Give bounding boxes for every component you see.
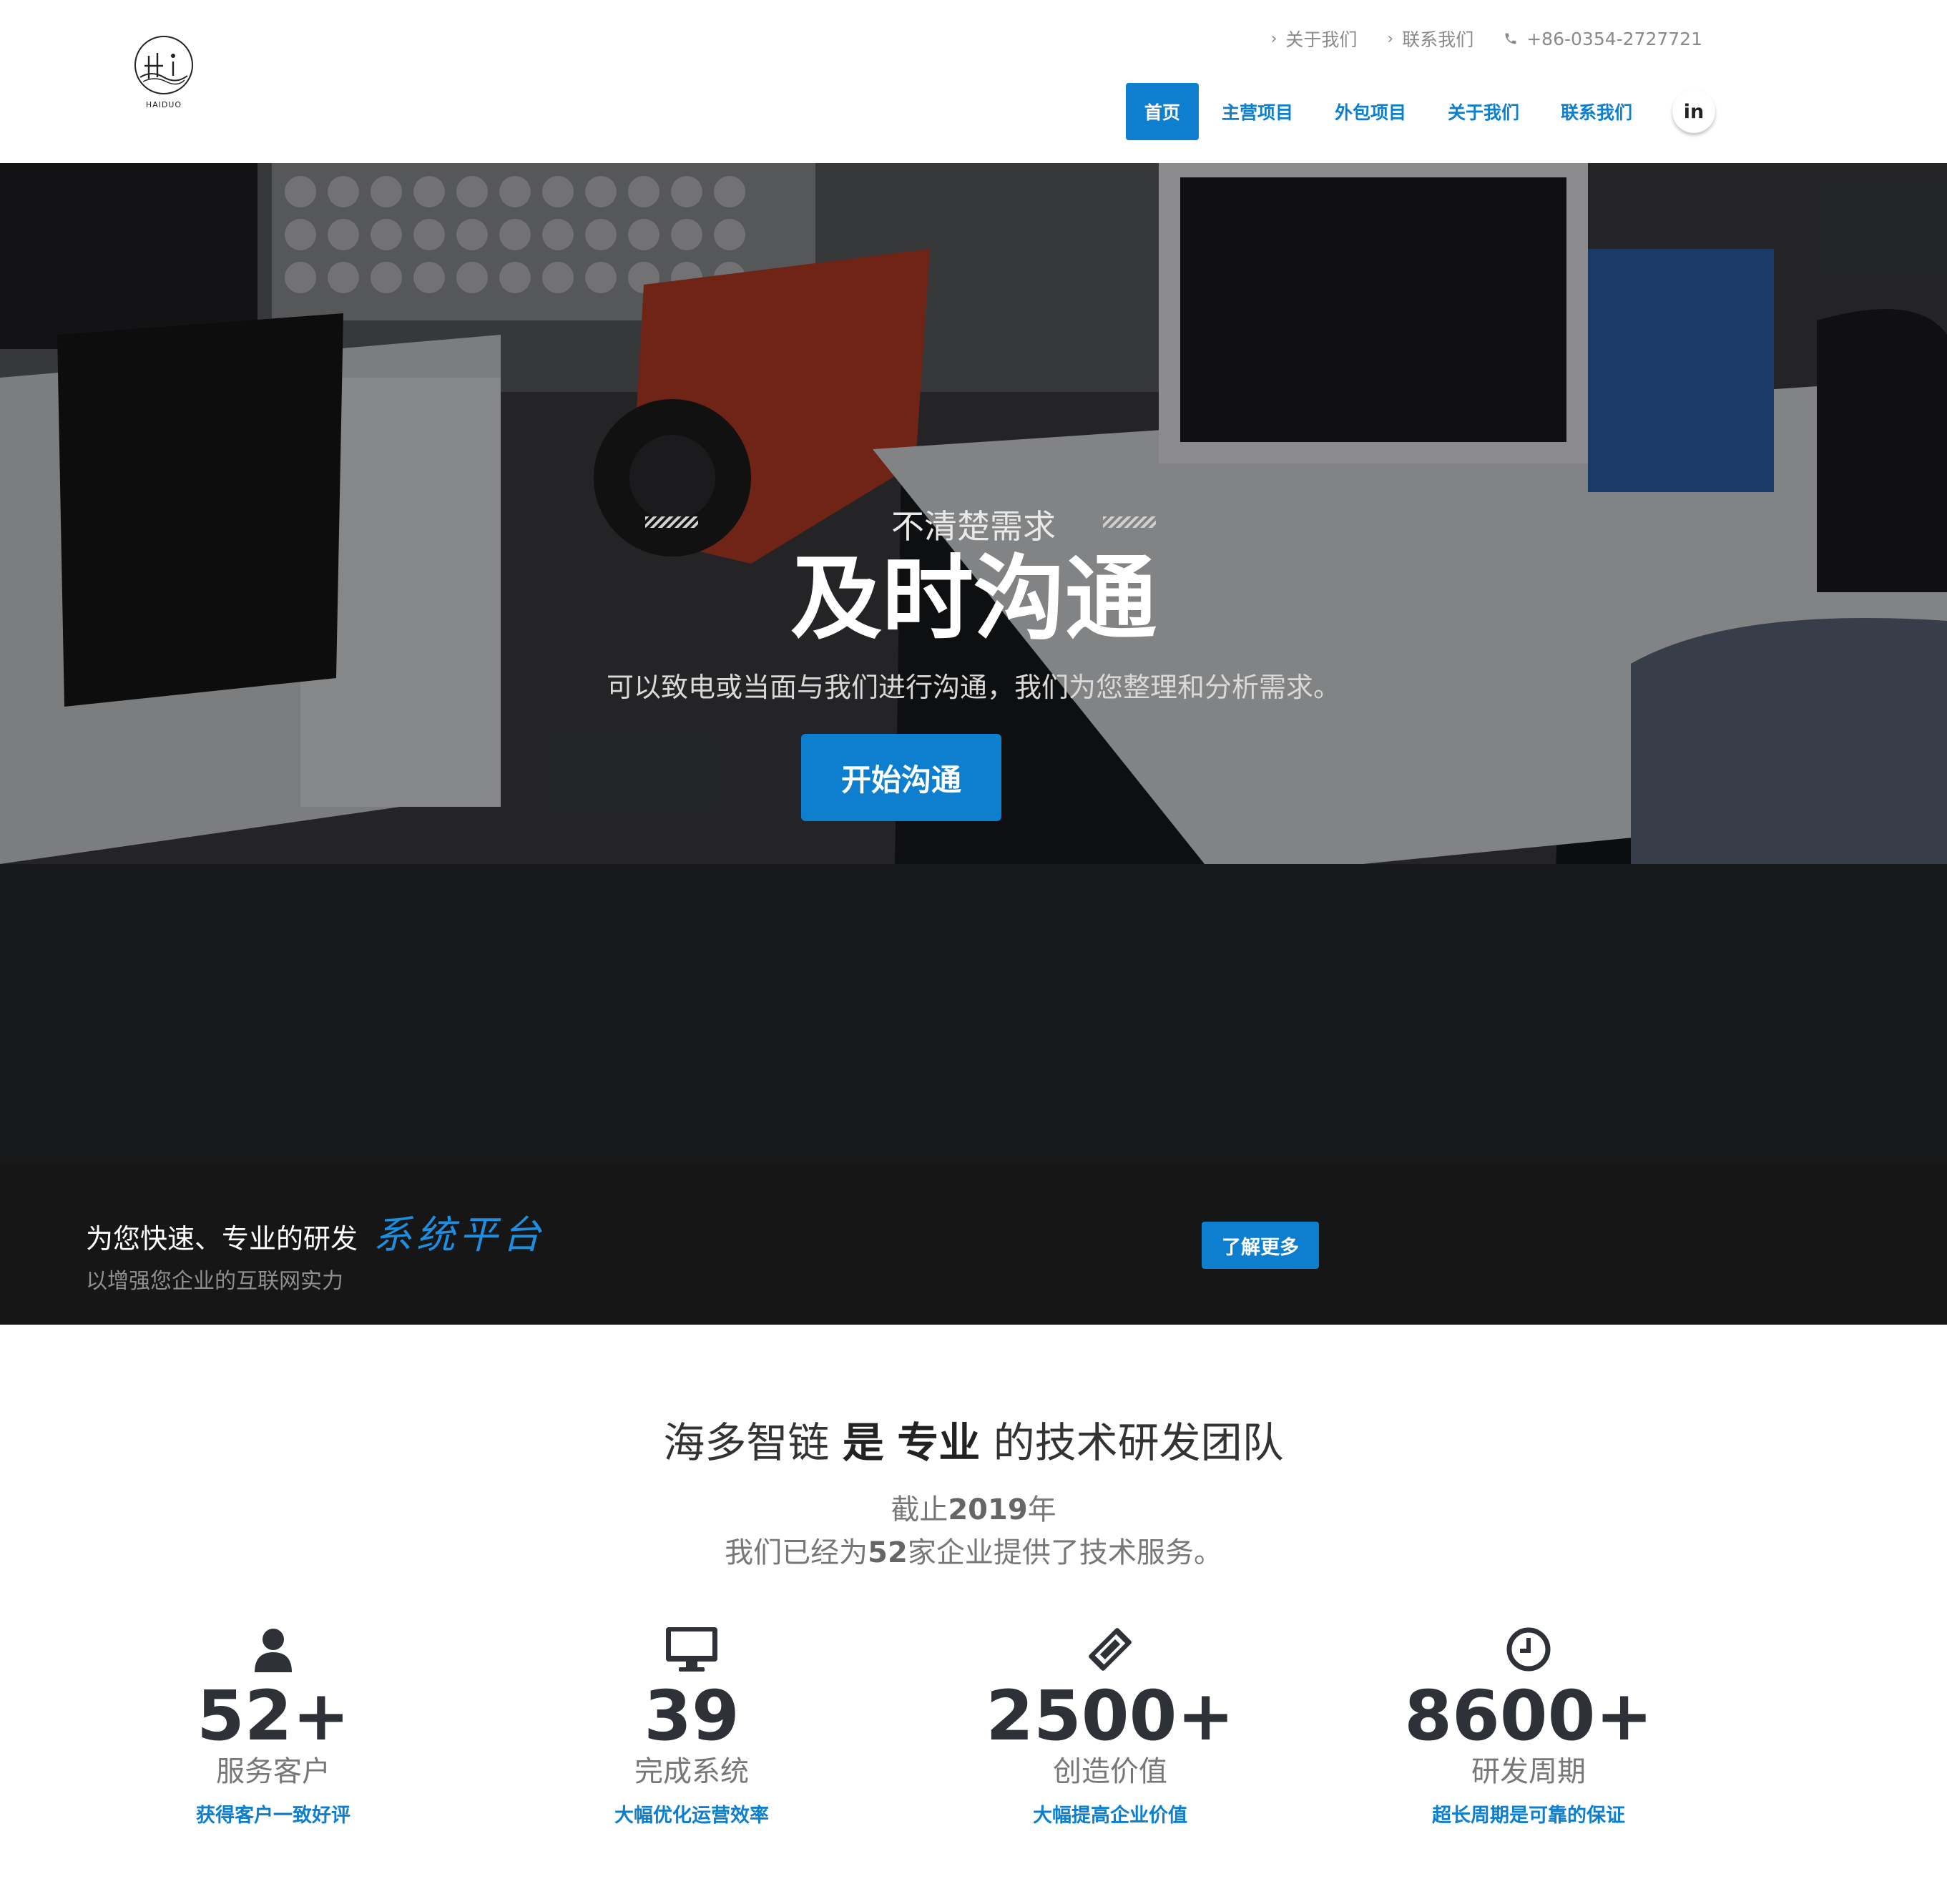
callout-accent-text: 系统平台 — [373, 1212, 546, 1257]
stat-caption: 大幅提高企业价值 — [1033, 1805, 1187, 1827]
callout-headline-text: 为您快速、专业的研发 — [86, 1223, 358, 1255]
phone-number: +86-0354-2727721 — [1526, 28, 1702, 49]
main-nav: 首页 主营项目 外包项目 关于我们 联系我们 in — [1122, 83, 1715, 140]
logo-wordmark: HAIDUO — [145, 100, 182, 109]
hero-banner: 不清楚需求 及时沟通 可以致电或当面与我们进行沟通，我们为您整理和分析需求。 开… — [0, 163, 1947, 1164]
stat-clients: 52+ 服务客户 获得客户一致好评 — [130, 1624, 416, 1827]
stat-caption: 大幅优化运营效率 — [614, 1805, 769, 1827]
about-line-clients: 我们已经为52家企业提供了技术服务。 — [725, 1536, 1222, 1569]
stat-caption: 获得客户一致好评 — [196, 1805, 350, 1827]
nav-item-main-projects[interactable]: 主营项目 — [1203, 83, 1312, 140]
stat-value: 8600+ — [1404, 1676, 1653, 1756]
topbar-link-label: 联系我们 — [1402, 29, 1474, 50]
stats-row: 52+ 服务客户 获得客户一致好评 39 完成系统 大幅优化运营效率 2500+… — [0, 1624, 1947, 1838]
stat-label: 服务客户 — [216, 1755, 330, 1788]
clock-icon — [1386, 1624, 1672, 1675]
stat-systems: 39 完成系统 大幅优化运营效率 — [549, 1624, 835, 1827]
chevron-right-icon: › — [1270, 29, 1277, 48]
stat-dev-cycle: 8600+ 研发周期 超长周期是可靠的保证 — [1386, 1624, 1672, 1827]
nav-item-about[interactable]: 关于我们 — [1429, 83, 1538, 140]
ticket-icon — [967, 1624, 1253, 1675]
hero-subtitle: 可以致电或当面与我们进行沟通，我们为您整理和分析需求。 — [606, 672, 1340, 703]
hero-kicker: 不清楚需求 — [891, 507, 1056, 546]
nav-item-home[interactable]: 首页 — [1125, 83, 1199, 140]
learn-more-button[interactable]: 了解更多 — [1202, 1222, 1319, 1269]
about-heading: 海多智链 是 专业 的技术研发团队 — [663, 1418, 1284, 1467]
topbar-link-contact[interactable]: › 联系我们 — [1387, 26, 1473, 51]
hero-content: 不清楚需求 及时沟通 可以致电或当面与我们进行沟通，我们为您整理和分析需求。 — [0, 501, 1947, 705]
hero-title: 及时沟通 — [790, 546, 1157, 652]
nav-item-outsourcing[interactable]: 外包项目 — [1316, 83, 1425, 140]
stat-label: 完成系统 — [634, 1755, 749, 1788]
stat-value: 52+ — [196, 1676, 350, 1756]
nav-item-contact[interactable]: 联系我们 — [1542, 83, 1651, 140]
logo-mark-icon — [134, 36, 193, 94]
brand-logo[interactable]: HAIDUO — [133, 34, 195, 113]
topbar-link-label: 关于我们 — [1285, 29, 1358, 50]
start-communication-button[interactable]: 开始沟通 — [801, 734, 1001, 821]
stat-caption: 超长周期是可靠的保证 — [1432, 1805, 1625, 1827]
stat-value-created: 2500+ 创造价值 大幅提高企业价值 — [967, 1624, 1253, 1827]
top-utility-bar: › 关于我们 › 联系我们 +86-0354-2727721 — [1271, 26, 1702, 51]
stat-value: 39 — [644, 1676, 740, 1756]
site-header: HAIDUO › 关于我们 › 联系我们 +86-0354-2727721 首页… — [0, 0, 1947, 163]
callout-subtext: 以增强您企业的互联网实力 — [86, 1269, 343, 1294]
user-icon — [130, 1624, 416, 1675]
about-line-year: 截止2019年 — [891, 1493, 1056, 1526]
callout-band: 为您快速、专业的研发 系统平台 以增强您企业的互联网实力 了解更多 — [0, 1164, 1947, 1325]
stat-label: 创造价值 — [1053, 1755, 1167, 1788]
topbar-link-about[interactable]: › 关于我们 — [1271, 26, 1358, 51]
stripe-ornament-right — [1103, 516, 1156, 528]
callout-headline: 为您快速、专业的研发 系统平台 — [86, 1203, 545, 1260]
phone-icon — [1505, 33, 1516, 44]
monitor-icon — [549, 1624, 835, 1675]
stat-label: 研发周期 — [1471, 1755, 1586, 1788]
topbar-phone[interactable]: +86-0354-2727721 — [1504, 29, 1702, 49]
chevron-right-icon: › — [1387, 29, 1394, 48]
stat-value: 2500+ — [986, 1676, 1235, 1756]
linkedin-icon[interactable]: in — [1672, 90, 1715, 133]
